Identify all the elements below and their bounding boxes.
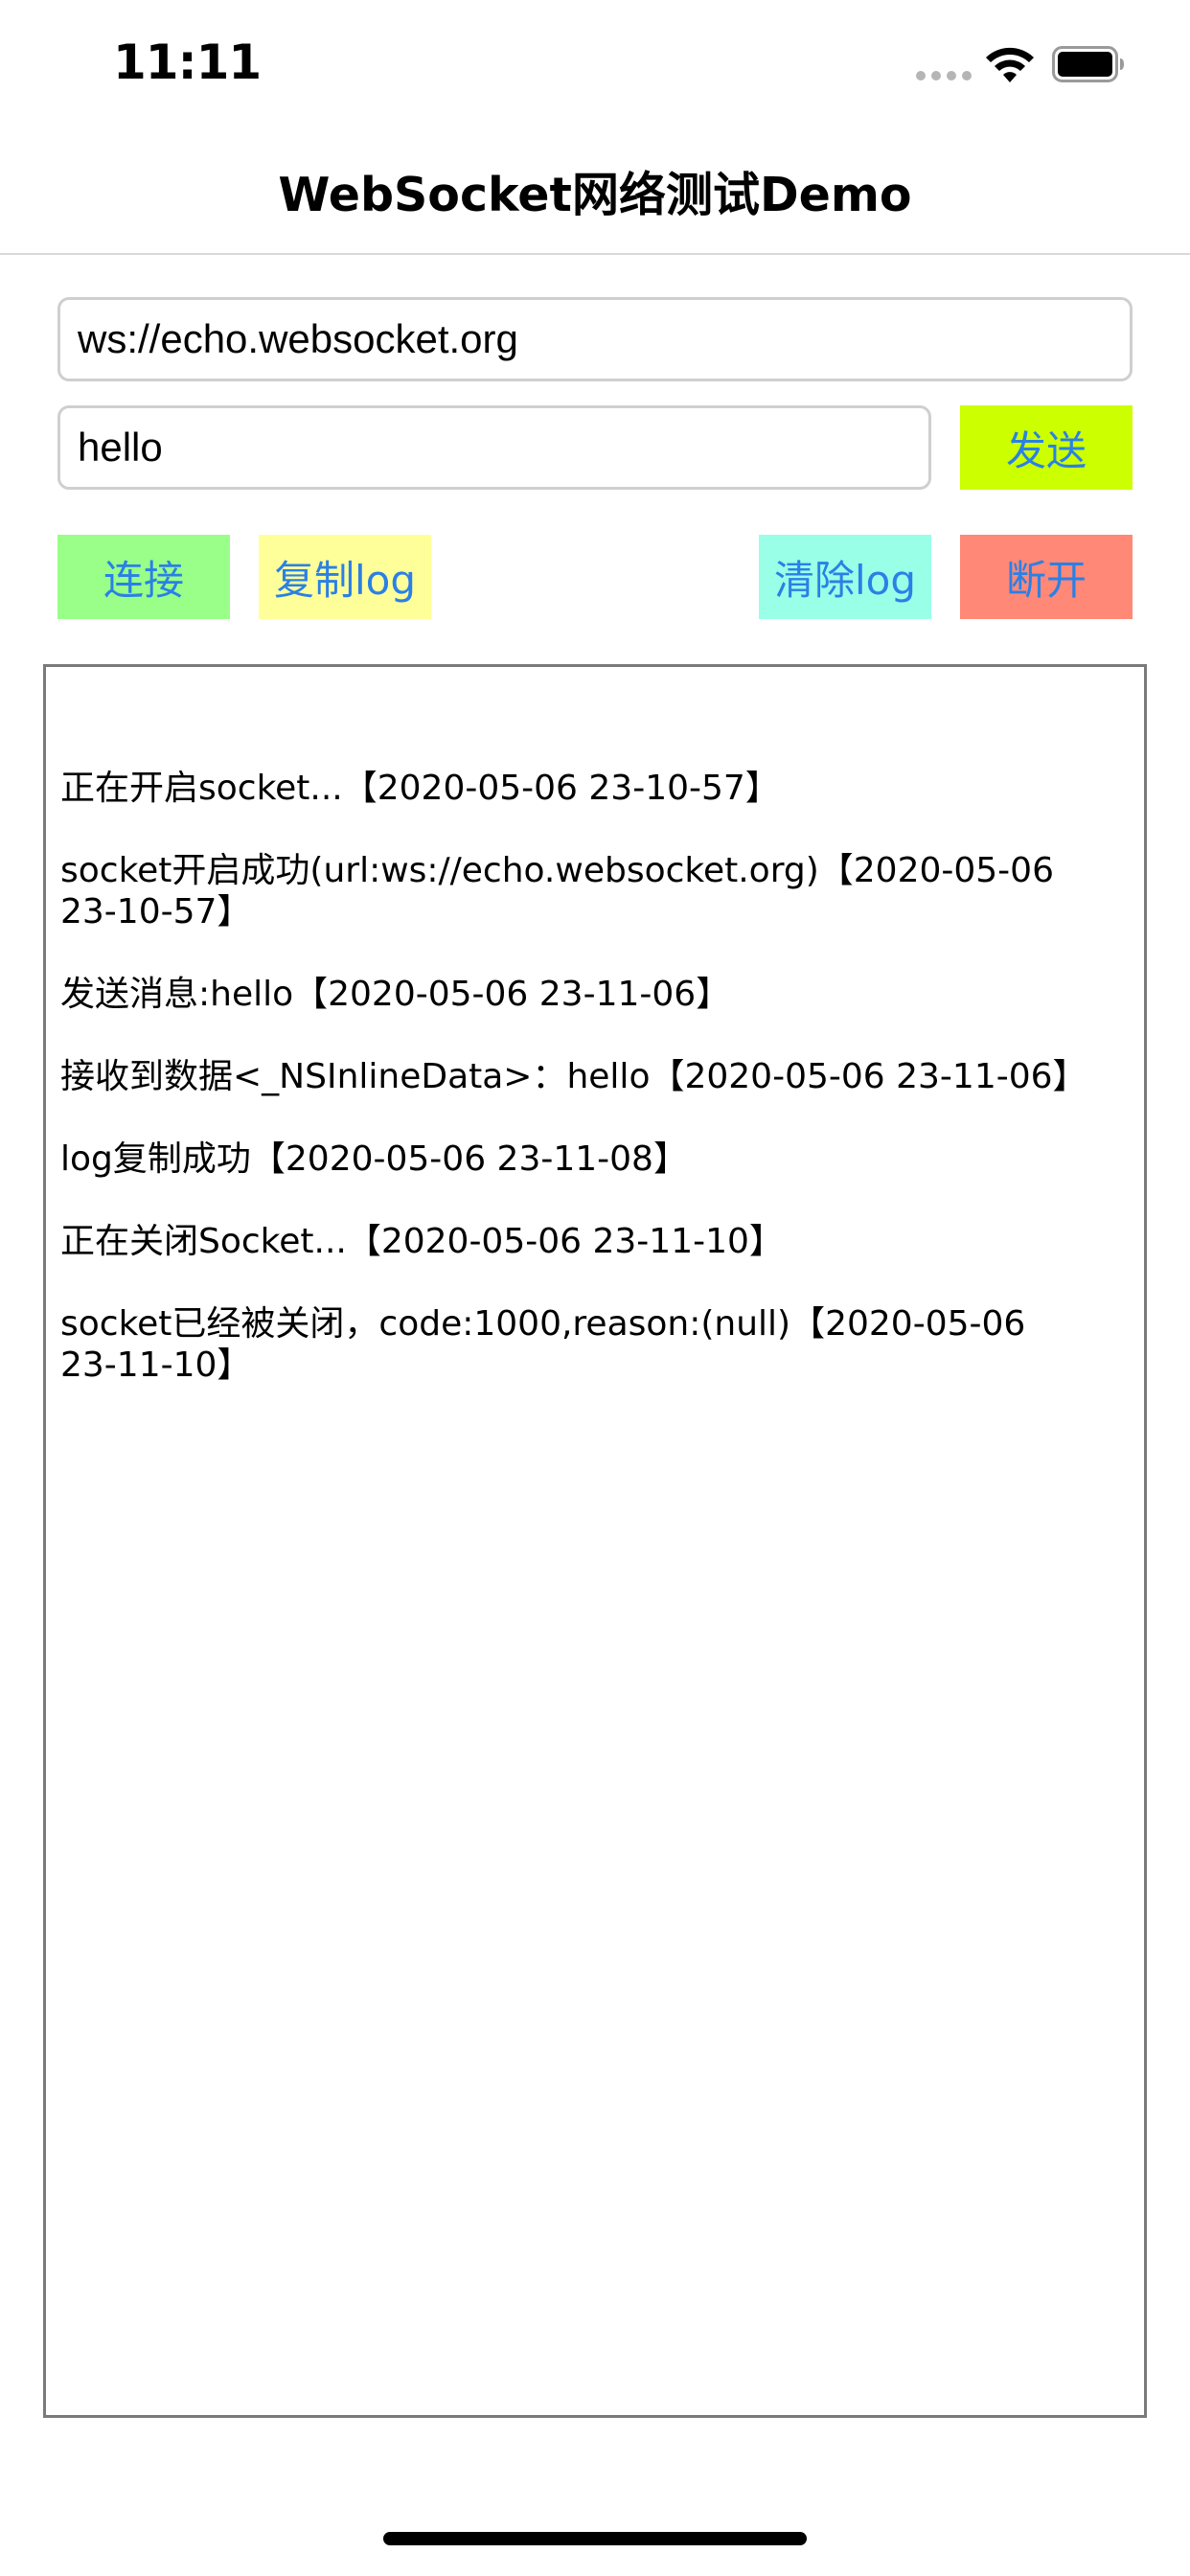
- log-line: 正在关闭Socket...【2020-05-06 23-11-10】: [60, 1222, 784, 1261]
- url-input[interactable]: [57, 297, 1133, 381]
- status-time: 11:11: [113, 34, 262, 90]
- home-indicator[interactable]: [383, 2532, 807, 2545]
- log-line: socket开启成功(url:ws://echo.websocket.org)【…: [60, 851, 1054, 932]
- log-line: 接收到数据<_NSInlineData>：hello【2020-05-06 23…: [60, 1057, 1087, 1096]
- signal-dots-icon: [916, 71, 972, 80]
- log-line: socket已经被关闭，code:1000,reason:(null)【2020…: [60, 1304, 1026, 1385]
- page-title: WebSocket网络测试Demo: [278, 168, 912, 222]
- clear-log-button[interactable]: 清除log: [759, 535, 931, 619]
- log-line: 发送消息:hello【2020-05-06 23-11-06】: [60, 975, 731, 1014]
- log-text-view[interactable]: 正在开启socket...【2020-05-06 23-10-57】 socke…: [43, 664, 1147, 2418]
- copy-log-button[interactable]: 复制log: [259, 535, 431, 619]
- log-line: log复制成功【2020-05-06 23-11-08】: [60, 1139, 688, 1179]
- status-bar: 11:11: [0, 0, 1190, 130]
- log-lines: 正在开启socket...【2020-05-06 23-10-57】 socke…: [60, 768, 1095, 1427]
- connect-button[interactable]: 连接: [57, 535, 230, 619]
- log-line: 正在开启socket...【2020-05-06 23-10-57】: [60, 769, 780, 808]
- navigation-bar: WebSocket网络测试Demo: [0, 130, 1190, 255]
- battery-icon: [1052, 46, 1124, 82]
- message-input[interactable]: [57, 405, 931, 490]
- wifi-icon: [986, 47, 1034, 82]
- send-button[interactable]: 发送: [960, 405, 1133, 490]
- disconnect-button[interactable]: 断开: [960, 535, 1133, 619]
